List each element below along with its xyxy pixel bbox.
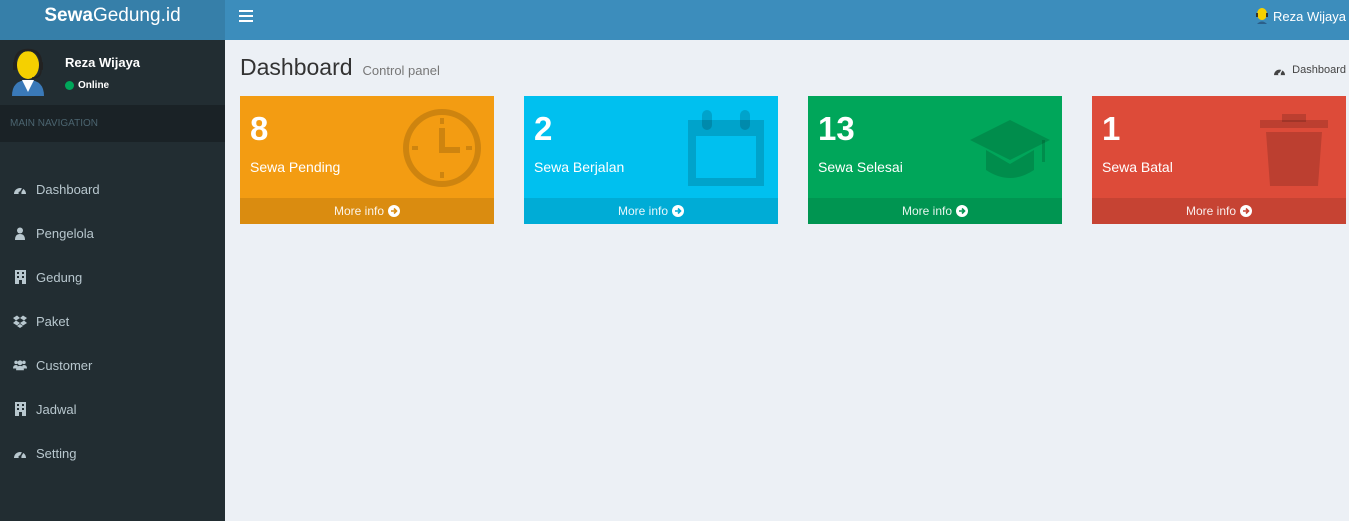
more-info-label: More info [333,204,385,218]
stat-value: 2 [534,110,553,147]
stat-value: 8 [250,110,269,147]
nav-section-header: MAIN NAVIGATION [0,105,225,142]
arrow-circle-right-icon [1240,205,1253,217]
user-panel: Reza Wijaya Online [0,40,225,105]
calendar-icon [688,110,764,186]
sidebar-menu: Dashboard Pengelola Gedung Paket Custome… [0,167,225,475]
arrow-circle-right-icon [388,205,401,217]
sidebar-item-label: Dashboard [36,181,100,197]
sidebar-item-pengelola[interactable]: Pengelola [0,211,225,255]
brand-bold: Sewa [44,5,93,26]
sidebar-item-label: Jadwal [36,401,77,417]
stat-box-batal: 1 Sewa Batal More info [1092,96,1346,224]
more-info-link[interactable]: More info [808,198,1062,224]
user-icon [13,226,27,240]
page-title: Dashboard [240,54,353,80]
stat-box-pending: 8 Sewa Pending More info [240,96,494,224]
more-info-label: More info [617,204,669,218]
sidebar-item-label: Paket [36,313,70,329]
content-header: Dashboard Control panel [240,54,440,81]
user-menu[interactable]: Reza Wijaya [1255,8,1346,24]
users-icon [13,358,27,372]
sidebar-item-label: Pengelola [36,225,94,241]
dashboard-icon [13,446,27,460]
sidebar-item-jadwal[interactable]: Jadwal [0,387,225,431]
brand-rest: Gedung.id [92,5,181,26]
user-status[interactable]: Online [65,80,109,91]
stat-value: 1 [1102,110,1121,147]
sidebar-item-setting[interactable]: Setting [0,431,225,475]
sidebar-item-gedung[interactable]: Gedung [0,255,225,299]
avatar [12,48,44,96]
sidebar-item-label: Customer [36,357,93,373]
graduation-cap-icon [970,120,1050,178]
hamburger-icon[interactable] [239,10,253,22]
stat-box-berjalan: 2 Sewa Berjalan More info [524,96,778,224]
stat-label: Sewa Pending [250,159,341,175]
stat-label: Sewa Berjalan [534,159,625,175]
stat-label: Sewa Selesai [818,159,903,175]
sidebar-item-label: Gedung [36,269,83,285]
building-icon [13,270,27,284]
sidebar-user-name: Reza Wijaya [65,55,141,70]
dashboard-icon [1274,68,1286,76]
trash-icon [1260,114,1328,186]
dashboard-icon [13,182,27,196]
brand-logo[interactable]: SewaGedung.id [0,0,225,40]
arrow-circle-right-icon [956,205,969,217]
dropbox-icon [13,314,27,328]
building-icon [13,402,27,416]
arrow-circle-right-icon [672,205,685,217]
breadcrumb[interactable]: Dashboard [1273,64,1346,76]
user-avatar-icon [1256,8,1269,24]
sidebar: Reza Wijaya Online MAIN NAVIGATION Dashb… [0,40,225,521]
breadcrumb-label: Dashboard [1292,64,1346,76]
more-info-label: More info [901,204,953,218]
stat-value: 13 [818,110,855,147]
page-subtitle: Control panel [362,63,440,78]
stat-box-selesai: 13 Sewa Selesai More info [808,96,1062,224]
stat-label: Sewa Batal [1102,159,1173,175]
online-status-dot-icon [65,81,74,90]
more-info-link[interactable]: More info [524,198,778,224]
top-navbar: Reza Wijaya [225,0,1349,40]
sidebar-item-dashboard[interactable]: Dashboard [0,167,225,211]
more-info-link[interactable]: More info [1092,198,1346,224]
user-status-label: Online [78,80,110,91]
user-menu-name: Reza Wijaya [1273,8,1346,24]
sidebar-item-customer[interactable]: Customer [0,343,225,387]
more-info-link[interactable]: More info [240,198,494,224]
sidebar-item-label: Setting [36,445,77,461]
clock-icon [403,109,481,187]
more-info-label: More info [1185,204,1237,218]
sidebar-item-paket[interactable]: Paket [0,299,225,343]
